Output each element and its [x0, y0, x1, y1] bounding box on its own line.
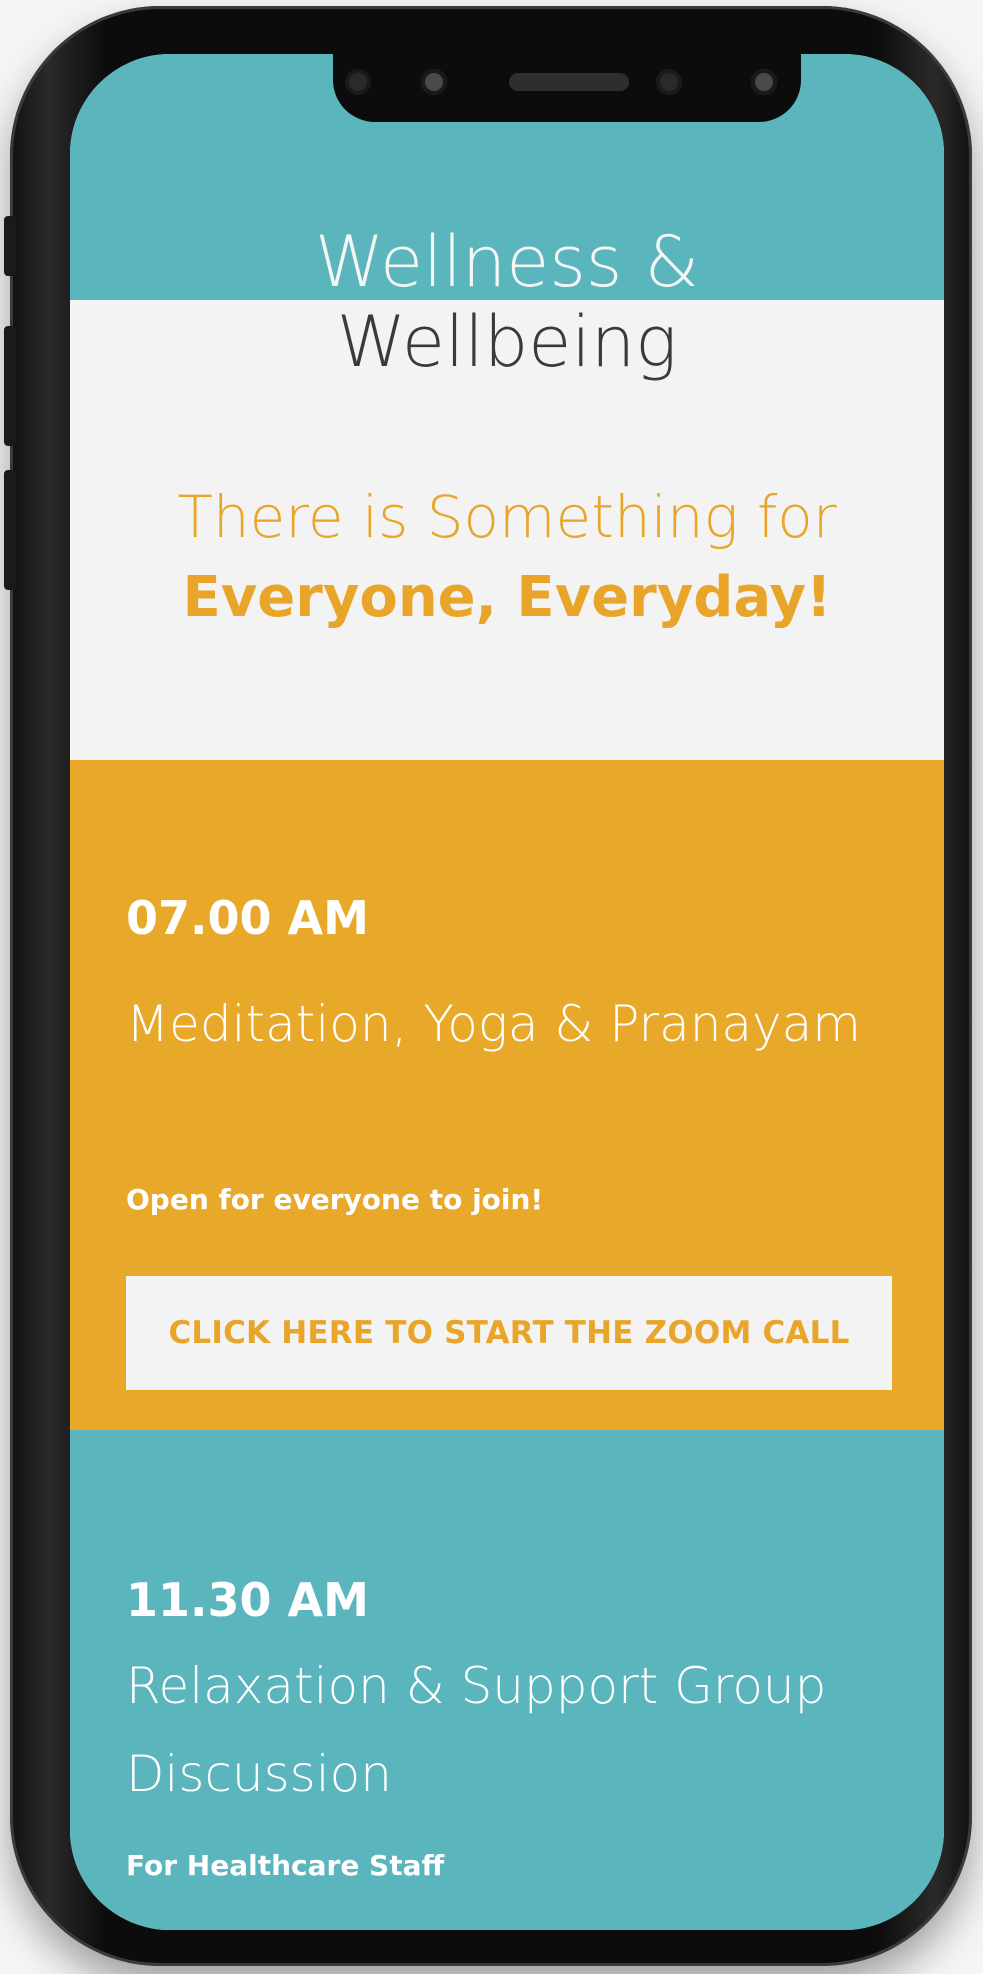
volume-up-button [4, 326, 16, 446]
logo-line-1: Wellness & [314, 221, 700, 303]
tagline-line-2: Everyone, Everyday! [182, 565, 832, 630]
phone-screen: Wellness & Wellbeing There is Something … [70, 54, 944, 1930]
earpiece-speaker-icon [509, 73, 629, 91]
mute-switch [4, 216, 16, 276]
session-card-morning: 07.00 AM Meditation, Yoga & Pranayam Ope… [70, 760, 944, 1430]
proximity-sensor-icon [345, 69, 371, 95]
phone-frame: Wellness & Wellbeing There is Something … [4, 6, 972, 1966]
session-card-midday: 11.30 AM Relaxation & Support Group Disc… [70, 1430, 944, 1930]
hero-tagline: There is Something for Everyone, Everyda… [70, 476, 944, 638]
session-note: Open for everyone to join! [126, 1183, 544, 1216]
site-logo[interactable]: Wellness & Wellbeing [70, 222, 944, 382]
session-title: Relaxation & Support Group Discussion [126, 1657, 827, 1803]
start-zoom-call-button[interactable]: CLICK HERE TO START THE ZOOM CALL [126, 1276, 892, 1390]
phone-notch [333, 54, 801, 122]
tagline-line-1: There is Something for [177, 483, 837, 551]
session-time: 07.00 AM [126, 891, 369, 945]
mockup-stage: Wellness & Wellbeing There is Something … [0, 0, 983, 1974]
front-camera-icon [421, 69, 447, 95]
volume-down-button [4, 470, 16, 590]
logo-line-2: Wellbeing [336, 301, 678, 383]
session-time: 11.30 AM [126, 1573, 369, 1627]
ambient-sensor-icon [656, 69, 682, 95]
session-note: For Healthcare Staff [126, 1849, 445, 1882]
dot-projector-icon [751, 69, 777, 95]
session-title: Meditation, Yoga & Pranayam [126, 995, 861, 1053]
